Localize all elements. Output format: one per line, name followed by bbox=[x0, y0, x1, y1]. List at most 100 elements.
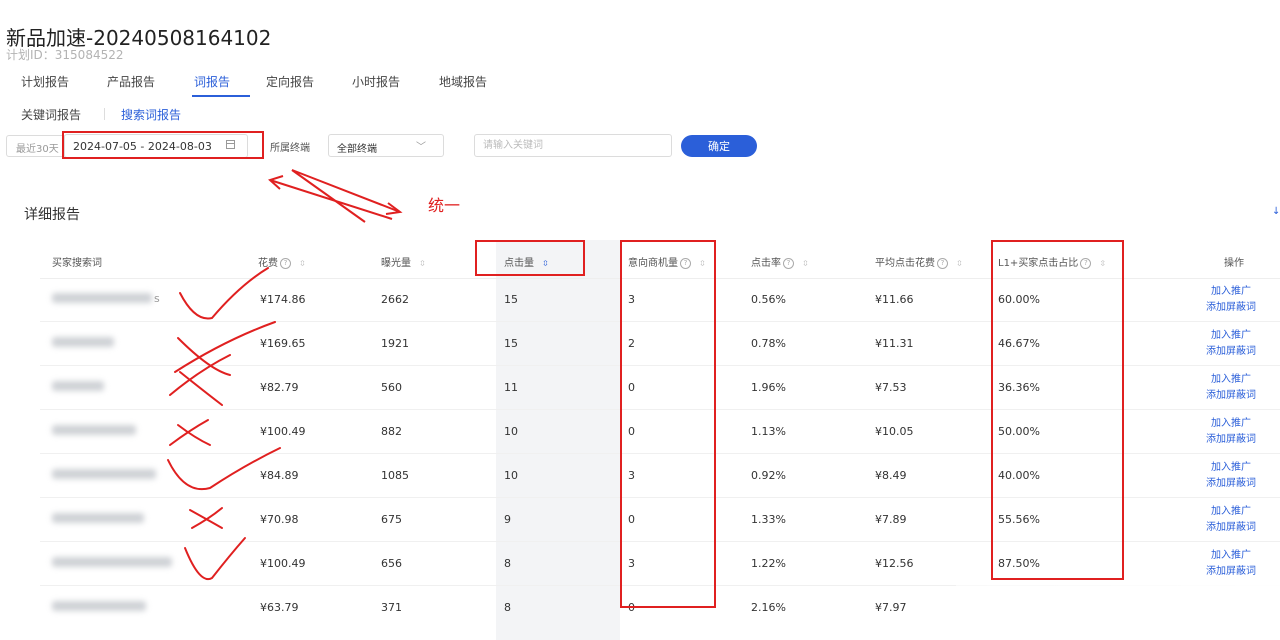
avg-cpc-cell: ¥11.66 bbox=[875, 293, 914, 306]
clicks-cell: 10 bbox=[504, 469, 518, 482]
subtab-keyword-report[interactable]: 关键词报告 bbox=[21, 106, 81, 123]
impressions-cell: 882 bbox=[381, 425, 402, 438]
ctr-cell: 1.96% bbox=[751, 381, 786, 394]
info-icon[interactable]: ? bbox=[280, 257, 291, 269]
terminal-select[interactable]: 全部终端 bbox=[328, 134, 444, 157]
sort-icon[interactable]: ⇳ bbox=[956, 259, 963, 268]
impressions-cell: 2662 bbox=[381, 293, 409, 306]
add-negative-keyword-link[interactable]: 添加屏蔽词 bbox=[1206, 344, 1256, 360]
clicks-cell: 8 bbox=[504, 557, 511, 570]
sort-icon[interactable]: ⇳ bbox=[419, 259, 426, 268]
annotation-box-date bbox=[62, 131, 264, 159]
tab-hourly-report[interactable]: 小时报告 bbox=[352, 73, 400, 90]
blurred-keyword bbox=[52, 425, 136, 435]
annotation-arrow bbox=[268, 169, 403, 223]
info-icon[interactable]: ? bbox=[783, 257, 794, 269]
impressions-cell: 1085 bbox=[381, 469, 409, 482]
header-ops: 操作 bbox=[1224, 258, 1244, 269]
avg-cpc-cell: ¥7.89 bbox=[875, 513, 907, 526]
add-negative-keyword-link[interactable]: 添加屏蔽词 bbox=[1206, 476, 1256, 492]
header-impressions[interactable]: 曝光量 ⇳ bbox=[381, 254, 426, 269]
ctr-cell: 1.22% bbox=[751, 557, 786, 570]
tab-targeting-report[interactable]: 定向报告 bbox=[266, 73, 314, 90]
date-preset-select[interactable]: 最近30天 bbox=[6, 135, 66, 157]
blurred-keyword bbox=[52, 469, 156, 479]
clicks-cell: 8 bbox=[504, 601, 511, 614]
confirm-button[interactable]: 确定 bbox=[681, 135, 757, 157]
add-negative-keyword-link[interactable]: 添加屏蔽词 bbox=[1206, 432, 1256, 448]
header-cost[interactable]: 花费? ⇳ bbox=[258, 254, 306, 269]
add-promotion-link[interactable]: 加入推广 bbox=[1206, 284, 1256, 300]
add-promotion-link[interactable]: 加入推广 bbox=[1206, 548, 1256, 564]
add-promotion-link[interactable]: 加入推广 bbox=[1206, 416, 1256, 432]
ctr-cell: 1.13% bbox=[751, 425, 786, 438]
annotation-text: 统一 bbox=[428, 196, 461, 215]
subtab-divider bbox=[104, 108, 105, 120]
cost-cell: ¥63.79 bbox=[260, 601, 299, 614]
ctr-cell: 0.56% bbox=[751, 293, 786, 306]
cost-cell: ¥84.89 bbox=[260, 469, 299, 482]
annotation-box-l1-ratio bbox=[991, 240, 1124, 580]
watermark-fade bbox=[956, 575, 1280, 640]
cost-cell: ¥174.86 bbox=[260, 293, 306, 306]
chevron-down-icon[interactable]: ﹀ bbox=[416, 138, 426, 153]
ctr-cell: 1.33% bbox=[751, 513, 786, 526]
blurred-keyword bbox=[52, 513, 144, 523]
blurred-keyword bbox=[52, 337, 114, 347]
keyword-tail: s bbox=[154, 292, 160, 305]
blurred-keyword bbox=[52, 381, 104, 391]
active-tab-indicator bbox=[192, 95, 250, 97]
tab-product-report[interactable]: 产品报告 bbox=[107, 73, 155, 90]
impressions-cell: 656 bbox=[381, 557, 402, 570]
avg-cpc-cell: ¥7.53 bbox=[875, 381, 907, 394]
clicks-cell: 15 bbox=[504, 293, 518, 306]
section-title: 详细报告 bbox=[24, 207, 80, 223]
blurred-keyword bbox=[52, 601, 146, 611]
subtab-search-term-report[interactable]: 搜索词报告 bbox=[121, 106, 181, 123]
annotation-box-inquiries bbox=[620, 240, 716, 608]
clicks-cell: 10 bbox=[504, 425, 518, 438]
clicks-cell: 11 bbox=[504, 381, 518, 394]
annotation-box-clicks bbox=[475, 240, 585, 276]
download-icon[interactable]: ↓ bbox=[1272, 206, 1280, 217]
header-ctr[interactable]: 点击率? ⇳ bbox=[751, 254, 809, 269]
add-promotion-link[interactable]: 加入推广 bbox=[1206, 504, 1256, 520]
terminal-label: 所属终端 bbox=[270, 143, 310, 154]
impressions-cell: 371 bbox=[381, 601, 402, 614]
blurred-keyword bbox=[52, 293, 152, 303]
avg-cpc-cell: ¥12.56 bbox=[875, 557, 914, 570]
avg-cpc-cell: ¥8.49 bbox=[875, 469, 907, 482]
sort-icon[interactable]: ⇳ bbox=[299, 259, 306, 268]
add-negative-keyword-link[interactable]: 添加屏蔽词 bbox=[1206, 300, 1256, 316]
add-negative-keyword-link[interactable]: 添加屏蔽词 bbox=[1206, 388, 1256, 404]
impressions-cell: 675 bbox=[381, 513, 402, 526]
ctr-cell: 0.92% bbox=[751, 469, 786, 482]
avg-cpc-cell: ¥11.31 bbox=[875, 337, 914, 350]
add-promotion-link[interactable]: 加入推广 bbox=[1206, 460, 1256, 476]
clicks-cell: 9 bbox=[504, 513, 511, 526]
ctr-cell: 0.78% bbox=[751, 337, 786, 350]
avg-cpc-cell: ¥7.97 bbox=[875, 601, 907, 614]
cost-cell: ¥169.65 bbox=[260, 337, 306, 350]
header-keyword: 买家搜索词 bbox=[52, 258, 102, 269]
add-promotion-link[interactable]: 加入推广 bbox=[1206, 328, 1256, 344]
sort-icon[interactable]: ⇳ bbox=[802, 259, 809, 268]
blurred-keyword bbox=[52, 557, 172, 567]
ctr-cell: 2.16% bbox=[751, 601, 786, 614]
plan-id: 计划ID：315084522 bbox=[6, 48, 124, 62]
tab-plan-report[interactable]: 计划报告 bbox=[21, 73, 69, 90]
terminal-select-value: 全部终端 bbox=[337, 144, 377, 155]
cost-cell: ¥100.49 bbox=[260, 557, 306, 570]
add-negative-keyword-link[interactable]: 添加屏蔽词 bbox=[1206, 520, 1256, 536]
header-avg-cpc[interactable]: 平均点击花费? ⇳ bbox=[875, 254, 963, 269]
cost-cell: ¥82.79 bbox=[260, 381, 299, 394]
keyword-search-input[interactable] bbox=[474, 134, 672, 157]
impressions-cell: 1921 bbox=[381, 337, 409, 350]
tab-region-report[interactable]: 地域报告 bbox=[439, 73, 487, 90]
clicks-cell: 15 bbox=[504, 337, 518, 350]
add-promotion-link[interactable]: 加入推广 bbox=[1206, 372, 1256, 388]
tab-word-report[interactable]: 词报告 bbox=[194, 73, 230, 90]
cost-cell: ¥70.98 bbox=[260, 513, 299, 526]
avg-cpc-cell: ¥10.05 bbox=[875, 425, 914, 438]
info-icon[interactable]: ? bbox=[937, 257, 948, 269]
